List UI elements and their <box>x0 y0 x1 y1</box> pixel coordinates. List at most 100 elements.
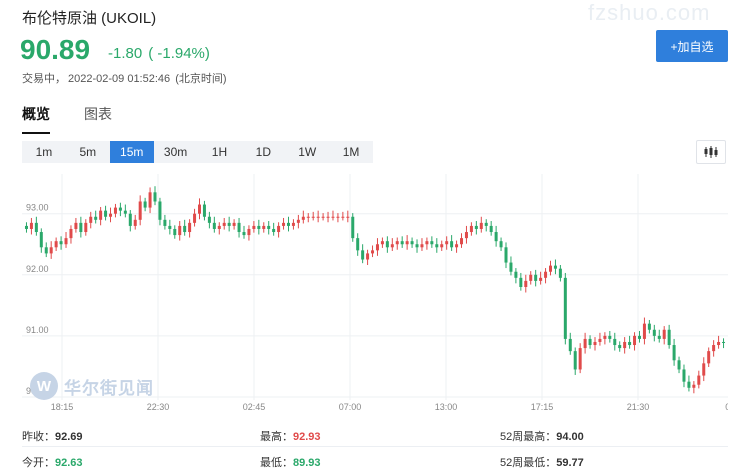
candle-body <box>59 241 63 245</box>
price-change: -1.80 ( -1.94%) <box>108 45 216 62</box>
interval-1h[interactable]: 1H <box>198 141 242 163</box>
candle-body <box>128 213 132 226</box>
candle-body <box>445 241 449 245</box>
candle-body <box>722 341 726 343</box>
candle-body <box>707 351 711 364</box>
interval-1d[interactable]: 1D <box>241 141 285 163</box>
candle-body <box>633 335 637 346</box>
candle-body <box>311 216 315 218</box>
candle-body <box>420 244 424 248</box>
candle-body <box>405 241 409 245</box>
candle-body <box>123 210 127 214</box>
candle-body <box>499 241 503 248</box>
stats-row: 昨收：92.69 最高：92.93 52周最高：94.00 <box>22 424 732 448</box>
candle-body <box>24 225 28 229</box>
y-tick-label: 92.00 <box>26 264 49 274</box>
candle-body <box>104 210 108 217</box>
interval-1mo[interactable]: 1M <box>329 141 373 163</box>
candle-body <box>410 241 414 245</box>
candle-body <box>331 216 335 218</box>
interval-1w[interactable]: 1W <box>285 141 329 163</box>
tab-chart[interactable]: 图表 <box>84 104 112 134</box>
candle-body <box>544 271 548 278</box>
candle-body <box>657 335 661 339</box>
candle-body <box>163 219 167 226</box>
candle-body <box>529 274 533 281</box>
candle-body <box>390 244 394 248</box>
candle-body <box>39 232 43 248</box>
candle-body <box>138 201 142 220</box>
candle-body <box>385 241 389 248</box>
chart-type-button[interactable] <box>696 140 726 164</box>
interval-15m[interactable]: 15m <box>109 141 154 163</box>
stat-52w-low: 52周最低：59.77 <box>500 457 584 469</box>
candle-body <box>153 192 157 202</box>
candle-body <box>291 222 295 226</box>
interval-1m[interactable]: 1m <box>22 141 66 163</box>
candle-body <box>94 216 98 220</box>
y-tick-label: 91.00 <box>26 325 49 335</box>
candle-body <box>593 341 597 346</box>
x-tick-label: 13:00 <box>435 402 458 412</box>
candle-body <box>400 241 404 245</box>
candle-body <box>336 216 340 218</box>
candle-body <box>519 277 523 287</box>
candle-body <box>118 207 122 211</box>
candle-body <box>217 225 221 229</box>
w-logo-icon: W <box>30 372 58 400</box>
candle-body <box>484 222 488 226</box>
candle-body <box>89 216 93 223</box>
status-text: 交易中， <box>22 73 66 85</box>
candle-body <box>415 244 419 248</box>
candle-body <box>603 335 607 339</box>
interval-selector: 1m 5m 15m 30m 1H 1D 1W 1M <box>22 141 373 163</box>
candle-body <box>29 222 33 229</box>
candle-body <box>682 369 686 382</box>
candle-body <box>652 329 656 336</box>
candle-body <box>504 247 508 263</box>
view-tabs: 概览 图表 <box>22 104 146 134</box>
candle-body <box>267 225 271 229</box>
candle-body <box>361 250 365 260</box>
candle-body <box>272 228 276 233</box>
candle-body <box>262 225 266 229</box>
candle-body <box>702 363 706 376</box>
candle-body <box>133 219 137 226</box>
logo-text: 华尔街见闻 <box>64 378 154 398</box>
x-tick-label: 17:15 <box>531 402 554 412</box>
x-tick-label: 18:15 <box>51 402 74 412</box>
candle-body <box>252 225 256 229</box>
x-tick-label: 07:00 <box>339 402 362 412</box>
candle-body <box>371 250 375 254</box>
candle-body <box>712 345 716 352</box>
candle-body <box>573 351 577 370</box>
candle-body <box>692 384 696 388</box>
candle-body <box>54 241 58 248</box>
tab-overview[interactable]: 概览 <box>22 104 50 134</box>
candle-body <box>395 241 399 245</box>
candle-body <box>608 335 612 339</box>
prev-close-value: 92.69 <box>55 431 83 443</box>
candle-body <box>207 216 211 223</box>
candle-body <box>588 338 592 346</box>
interval-5m[interactable]: 5m <box>66 141 110 163</box>
candle-body <box>509 262 513 272</box>
y-tick-label: 93.00 <box>26 203 49 213</box>
candle-body <box>321 216 325 218</box>
x-tick-label: 02:45 <box>243 402 266 412</box>
candle-body <box>242 232 246 236</box>
candle-body <box>64 238 68 245</box>
x-tick-label: 22:30 <box>147 402 170 412</box>
candle-body <box>623 341 627 349</box>
candle-body <box>464 232 468 239</box>
site-watermark: fzshuo.com <box>588 0 711 25</box>
candle-body <box>341 216 345 218</box>
candle-body <box>356 238 360 251</box>
candle-body <box>232 222 236 226</box>
candlestick-icon <box>704 146 718 158</box>
x-tick-label: 01:4 <box>725 402 728 412</box>
interval-30m[interactable]: 30m <box>154 141 198 163</box>
status-timezone: (北京时间) <box>175 73 227 85</box>
candle-body <box>672 345 676 361</box>
add-to-watchlist-button[interactable]: +加自选 <box>656 30 728 62</box>
